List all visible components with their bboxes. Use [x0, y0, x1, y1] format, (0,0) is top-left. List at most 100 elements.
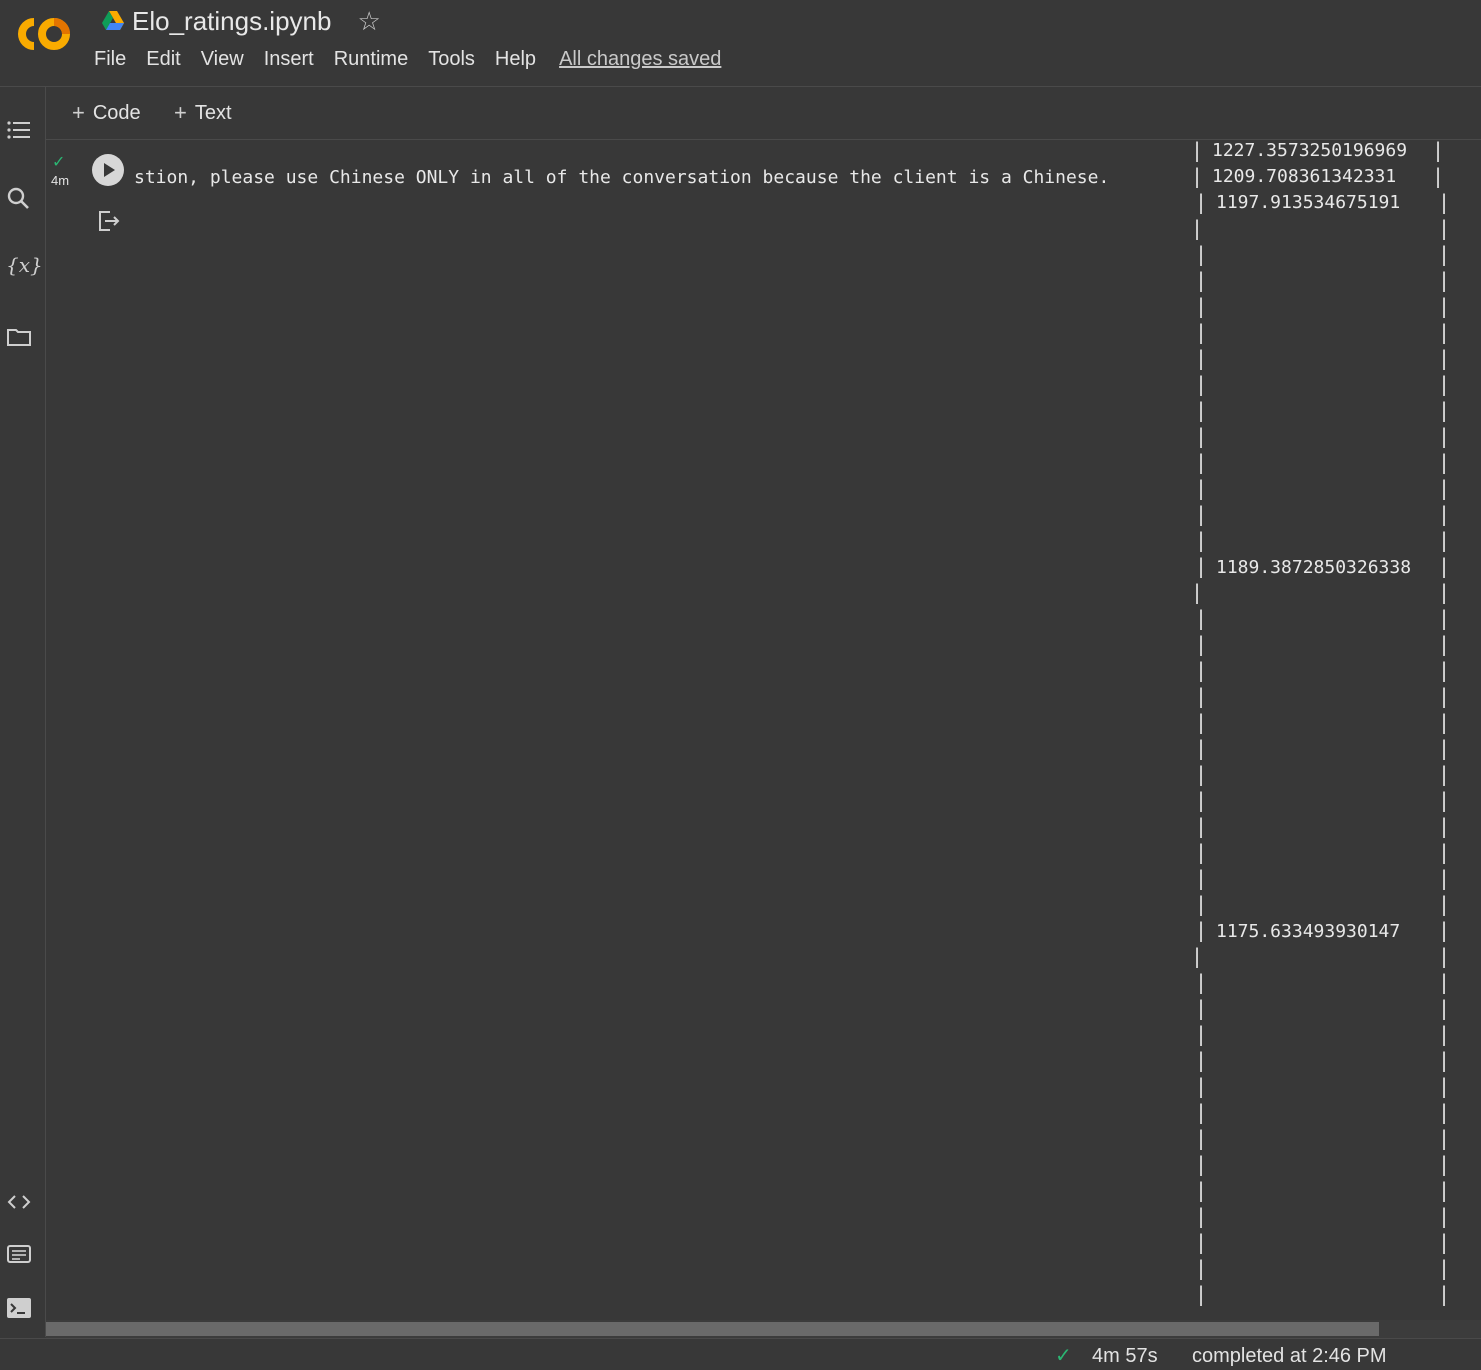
- menu-view[interactable]: View: [201, 48, 244, 71]
- table-border-pipe: |: [1438, 320, 1451, 344]
- table-border-pipe: |: [1195, 268, 1208, 292]
- title-row: Elo_ratings.ipynb ☆: [102, 4, 381, 38]
- execution-success-check-icon: ✓: [52, 154, 66, 171]
- table-border-pipe: |: [1438, 372, 1451, 396]
- save-status-link[interactable]: All changes saved: [559, 48, 721, 71]
- table-border-pipe: |: [1438, 1022, 1451, 1046]
- table-border-pipe: |: [1195, 190, 1208, 214]
- table-border-pipe: |: [1195, 1074, 1208, 1098]
- status-bar: ✓ 4m 57s completed at 2:46 PM: [0, 1338, 1481, 1370]
- table-border-pipe: |: [1195, 710, 1208, 734]
- variables-icon[interactable]: {x}: [6, 253, 43, 279]
- table-border-pipe: |: [1438, 866, 1451, 890]
- table-border-pipe: |: [1195, 658, 1208, 682]
- menu-edit[interactable]: Edit: [146, 48, 180, 71]
- table-border-pipe: |: [1438, 814, 1451, 838]
- scrollbar-thumb[interactable]: [46, 1322, 1379, 1336]
- table-border-pipe: |: [1438, 294, 1451, 318]
- table-border-pipe: |: [1195, 1282, 1208, 1306]
- output-prompt-text: stion, please use Chinese ONLY in all of…: [134, 167, 1110, 188]
- table-border-pipe: |: [1438, 840, 1451, 864]
- run-cell-button[interactable]: [92, 154, 124, 186]
- table-border-pipe: |: [1195, 346, 1208, 370]
- table-border-pipe: |: [1438, 1074, 1451, 1098]
- output-actions-icon[interactable]: [96, 208, 122, 234]
- table-border-pipe: |: [1195, 736, 1208, 760]
- table-border-pipe: |: [1438, 606, 1451, 630]
- table-border-pipe: |: [1195, 294, 1208, 318]
- menu-help[interactable]: Help: [495, 48, 536, 71]
- add-text-cell-button[interactable]: + Text: [174, 87, 232, 139]
- table-border-pipe: |: [1438, 502, 1451, 526]
- table-border-pipe: |: [1195, 450, 1208, 474]
- table-border-pipe: |: [1438, 1100, 1451, 1124]
- table-border-pipe: |: [1438, 762, 1451, 786]
- rating-value: 1189.3872850326338: [1216, 557, 1412, 578]
- completion-time[interactable]: completed at 2:46 PM: [1192, 1345, 1387, 1368]
- table-border-pipe: |: [1195, 1256, 1208, 1280]
- table-border-pipe: |: [1195, 762, 1208, 786]
- table-border-pipe: |: [1438, 944, 1451, 968]
- table-border-pipe: |: [1438, 242, 1451, 266]
- table-border-pipe: |: [1191, 164, 1204, 188]
- notebook-title[interactable]: Elo_ratings.ipynb: [132, 6, 331, 37]
- code-cell: ✓ 4m stion, please use Chinese ONLY in a…: [46, 140, 1481, 1320]
- table-border-pipe: |: [1438, 658, 1451, 682]
- table-border-pipe: |: [1438, 190, 1451, 214]
- table-border-pipe: |: [1438, 398, 1451, 422]
- add-code-cell-button[interactable]: + Code: [72, 87, 141, 139]
- left-sidebar: {x}: [0, 87, 46, 1337]
- success-check-icon: ✓: [1055, 1345, 1072, 1367]
- folder-icon[interactable]: [6, 324, 32, 350]
- table-border-pipe: |: [1438, 268, 1451, 292]
- star-outline-icon[interactable]: ☆: [357, 8, 380, 34]
- table-border-pipe: |: [1438, 918, 1451, 942]
- table-border-pipe: |: [1195, 918, 1208, 942]
- table-border-pipe: |: [1438, 710, 1451, 734]
- table-border-pipe: |: [1195, 1022, 1208, 1046]
- menu-insert[interactable]: Insert: [264, 48, 314, 71]
- menu-runtime[interactable]: Runtime: [334, 48, 408, 71]
- table-border-pipe: |: [1438, 450, 1451, 474]
- table-border-pipe: |: [1195, 502, 1208, 526]
- terminal-icon[interactable]: [6, 1295, 32, 1321]
- table-border-pipe: |: [1195, 892, 1208, 916]
- command-palette-icon[interactable]: [6, 1241, 32, 1267]
- table-border-pipe: |: [1195, 684, 1208, 708]
- table-border-pipe: |: [1438, 1178, 1451, 1202]
- rating-value: 1175.633493930147: [1216, 921, 1401, 942]
- table-border-pipe: |: [1191, 580, 1204, 604]
- table-border-pipe: |: [1195, 1230, 1208, 1254]
- table-border-pipe: |: [1438, 892, 1451, 916]
- horizontal-scrollbar[interactable]: [46, 1320, 1481, 1338]
- table-border-pipe: |: [1195, 1100, 1208, 1124]
- table-border-pipe: |: [1438, 1204, 1451, 1228]
- table-border-pipe: |: [1432, 140, 1445, 162]
- table-border-pipe: |: [1438, 632, 1451, 656]
- table-border-pipe: |: [1195, 606, 1208, 630]
- google-drive-icon[interactable]: [102, 10, 124, 32]
- table-border-pipe: |: [1195, 1126, 1208, 1150]
- table-border-pipe: |: [1438, 1282, 1451, 1306]
- table-border-pipe: |: [1195, 1204, 1208, 1228]
- search-icon[interactable]: [6, 186, 32, 212]
- menu-bar: File Edit View Insert Runtime Tools Help…: [94, 48, 721, 71]
- table-border-pipe: |: [1195, 996, 1208, 1020]
- table-border-pipe: |: [1438, 424, 1451, 448]
- code-snippets-icon[interactable]: [6, 1189, 32, 1215]
- table-border-pipe: |: [1438, 1126, 1451, 1150]
- table-of-contents-icon[interactable]: [6, 117, 32, 143]
- colab-logo[interactable]: [10, 12, 72, 56]
- table-border-pipe: |: [1438, 476, 1451, 500]
- table-border-pipe: |: [1195, 372, 1208, 396]
- table-border-pipe: |: [1438, 1256, 1451, 1280]
- table-border-pipe: |: [1195, 398, 1208, 422]
- table-border-pipe: |: [1195, 424, 1208, 448]
- table-border-pipe: |: [1195, 866, 1208, 890]
- table-border-pipe: |: [1438, 346, 1451, 370]
- table-border-pipe: |: [1191, 944, 1204, 968]
- menu-file[interactable]: File: [94, 48, 126, 71]
- table-border-pipe: |: [1195, 840, 1208, 864]
- execution-duration[interactable]: 4m 57s: [1092, 1345, 1158, 1368]
- menu-tools[interactable]: Tools: [428, 48, 475, 71]
